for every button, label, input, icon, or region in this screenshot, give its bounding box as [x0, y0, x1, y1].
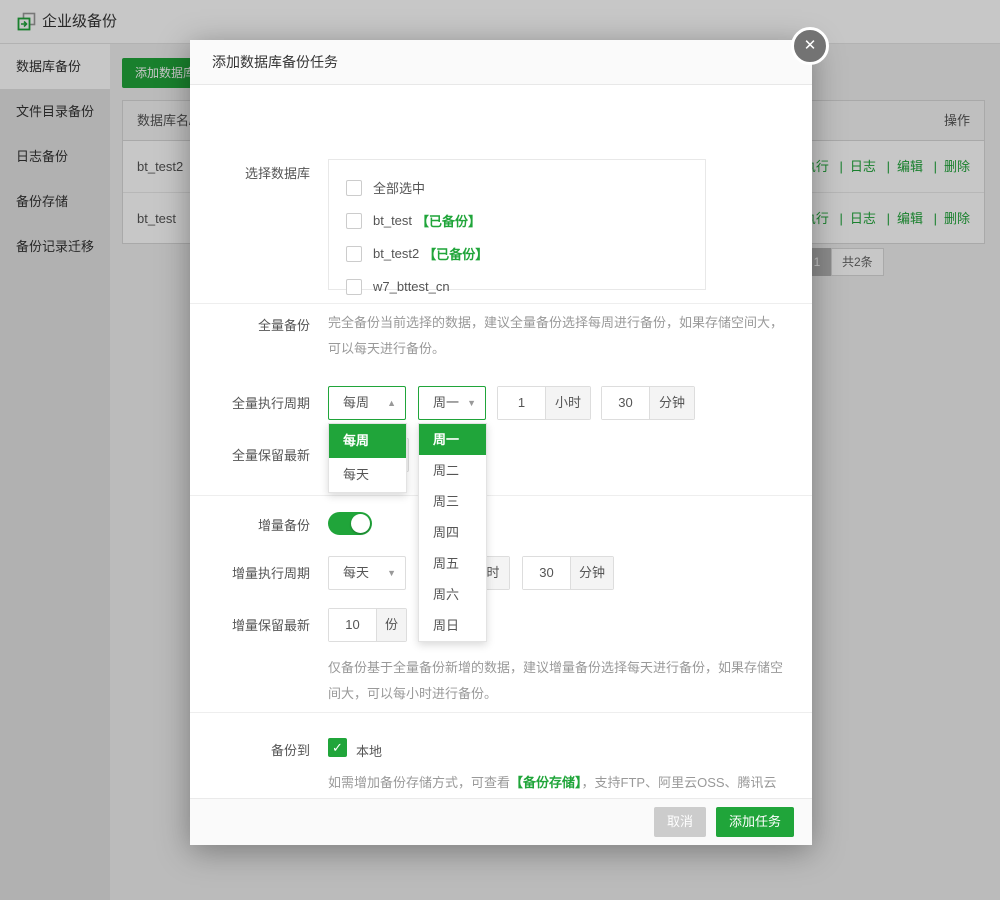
full-hour-input[interactable]: 1 — [498, 387, 545, 419]
chevron-down-icon: ▼ — [467, 387, 476, 419]
full-backup-desc: 完全备份当前选择的数据，建议全量备份选择每周进行备份，如果存储空间大，可以每天进… — [328, 310, 790, 362]
select-value: 周一 — [433, 395, 459, 410]
incr-keep-input-group: 10 份 — [328, 608, 407, 642]
checkbox-unchecked[interactable] — [346, 246, 362, 262]
local-checkbox-checked[interactable]: ✓ — [328, 738, 347, 757]
incr-keep-label: 增量保留最新 — [190, 618, 310, 634]
db-option-bt_test2[interactable]: bt_test2 【已备份】 — [346, 237, 688, 270]
add-task-button[interactable]: 添加任务 — [716, 807, 794, 837]
menu-option-thursday[interactable]: 周四 — [419, 517, 486, 548]
minute-unit: 分钟 — [570, 557, 613, 589]
menu-option-sunday[interactable]: 周日 — [419, 610, 486, 641]
backed-up-tag: 【已备份】 — [416, 211, 481, 230]
incr-cycle-select[interactable]: 每天 ▼ — [328, 556, 406, 590]
chevron-up-icon: ▲ — [387, 387, 396, 419]
backup-storage-link[interactable]: 【备份存储】 — [510, 775, 582, 790]
menu-option-wednesday[interactable]: 周三 — [419, 486, 486, 517]
check-icon: ✓ — [332, 740, 343, 755]
modal-body: 选择数据库 全部选中 bt_test 【已备份】 bt_test2 【已备份】 — [190, 85, 812, 845]
db-option-label: bt_test2 — [373, 246, 419, 261]
modal-header: 添加数据库备份任务 — [190, 40, 812, 85]
db-option-label: bt_test — [373, 213, 412, 228]
divider — [190, 303, 812, 304]
full-keep-label: 全量保留最新 — [190, 448, 310, 464]
add-backup-task-modal: ✕ 添加数据库备份任务 选择数据库 全部选中 bt_test 【已备份】 b — [190, 40, 812, 845]
menu-option-monday[interactable]: 周一 — [419, 424, 486, 455]
toggle-knob — [351, 514, 370, 533]
incr-cycle-label: 增量执行周期 — [190, 566, 310, 582]
db-option-label: 全部选中 — [373, 178, 425, 197]
backed-up-tag: 【已备份】 — [423, 244, 488, 263]
select-value: 每周 — [343, 395, 369, 410]
full-minute-input-group: 30 分钟 — [601, 386, 695, 420]
menu-option-tuesday[interactable]: 周二 — [419, 455, 486, 486]
db-option-bt_test[interactable]: bt_test 【已备份】 — [346, 204, 688, 237]
incr-backup-desc: 仅备份基于全量备份新增的数据，建议增量备份选择每天进行备份，如果存储空间大，可以… — [328, 655, 790, 707]
page: 企业级备份 数据库备份 文件目录备份 日志备份 备份存储 备份记录迁移 添加数据… — [0, 0, 1000, 900]
select-value: 每天 — [343, 565, 369, 580]
menu-option-weekly[interactable]: 每周 — [329, 424, 406, 458]
full-backup-label: 全量备份 — [190, 318, 310, 334]
full-cycle-select[interactable]: 每周 ▲ — [328, 386, 406, 420]
full-minute-input[interactable]: 30 — [602, 387, 649, 419]
db-option-w7_bttest_cn[interactable]: w7_bttest_cn — [346, 270, 688, 303]
incr-minute-input-group: 30 分钟 — [522, 556, 614, 590]
divider — [190, 712, 812, 713]
backup-dest-label: 备份到 — [190, 743, 310, 759]
modal-title: 添加数据库备份任务 — [190, 40, 812, 85]
local-label: 本地 — [356, 741, 382, 760]
menu-option-saturday[interactable]: 周六 — [419, 579, 486, 610]
incr-backup-toggle[interactable] — [328, 512, 372, 535]
incr-minute-input[interactable]: 30 — [523, 557, 570, 589]
checkbox-unchecked[interactable] — [346, 180, 362, 196]
checkbox-unchecked[interactable] — [346, 213, 362, 229]
full-day-select[interactable]: 周一 ▼ — [418, 386, 486, 420]
menu-option-friday[interactable]: 周五 — [419, 548, 486, 579]
divider — [190, 495, 812, 496]
desc-text: 如需增加备份存储方式，可查看 — [328, 775, 510, 790]
db-option-label: w7_bttest_cn — [373, 279, 450, 294]
database-list: 全部选中 bt_test 【已备份】 bt_test2 【已备份】 w7_btt… — [328, 159, 706, 290]
modal-footer: 取消 添加任务 — [190, 798, 812, 845]
full-cycle-label: 全量执行周期 — [190, 396, 310, 412]
full-day-dropdown-menu: 周一 周二 周三 周四 周五 周六 周日 — [418, 423, 487, 642]
full-hour-input-group: 1 小时 — [497, 386, 591, 420]
hour-unit: 小时 — [545, 387, 590, 419]
cancel-button[interactable]: 取消 — [654, 807, 706, 837]
db-option-select-all[interactable]: 全部选中 — [346, 171, 688, 204]
full-cycle-dropdown-menu: 每周 每天 — [328, 423, 407, 493]
db-select-label: 选择数据库 — [190, 166, 310, 182]
checkbox-unchecked[interactable] — [346, 279, 362, 295]
menu-option-daily[interactable]: 每天 — [329, 458, 406, 492]
incr-keep-input[interactable]: 10 — [329, 609, 376, 641]
close-icon[interactable]: ✕ — [791, 27, 829, 65]
incr-backup-label: 增量备份 — [190, 518, 310, 534]
keep-unit: 份 — [376, 609, 406, 641]
minute-unit: 分钟 — [649, 387, 694, 419]
chevron-down-icon: ▼ — [387, 557, 396, 589]
